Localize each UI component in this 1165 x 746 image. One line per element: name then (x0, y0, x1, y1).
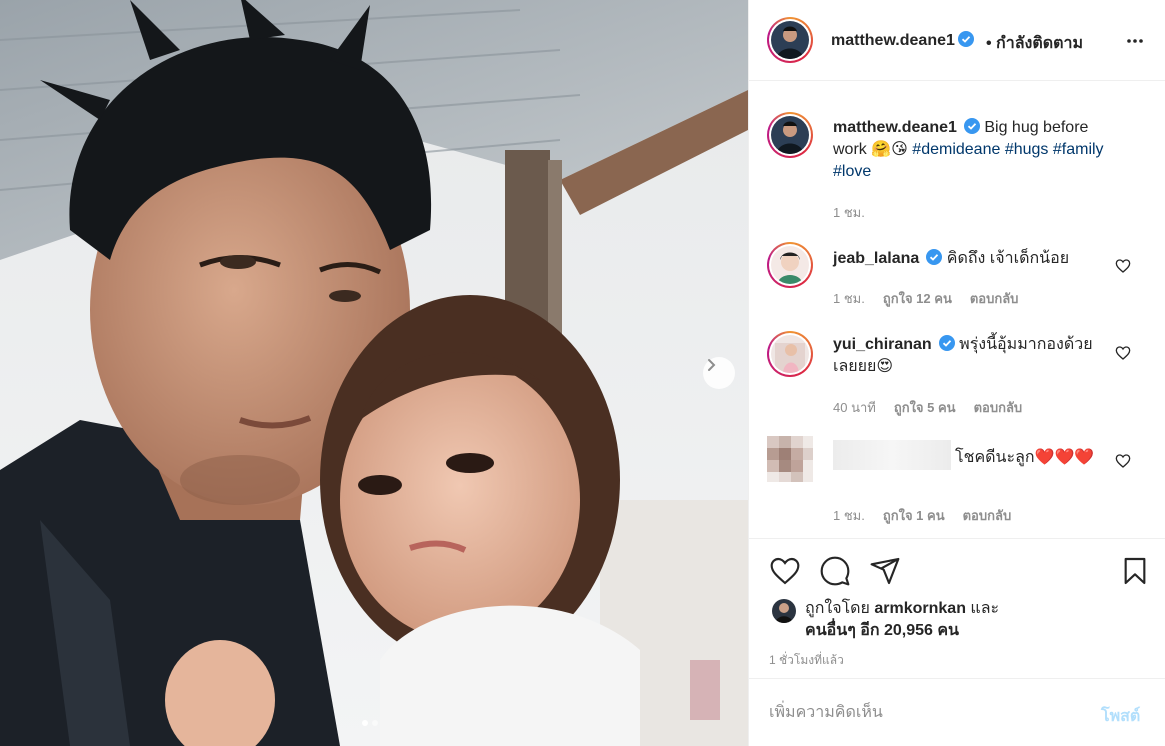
reply-button[interactable]: ตอบกลับ (970, 288, 1019, 309)
post-timestamp[interactable]: 1 ชั่วโมงที่แล้ว (769, 651, 844, 670)
comment-input[interactable] (769, 699, 1079, 727)
comment-avatar-ring[interactable] (767, 242, 813, 288)
comment-time[interactable]: 1 ชม. (833, 505, 865, 526)
liker-avatar[interactable] (772, 599, 796, 623)
comment-meta: 40 นาที ถูกใจ 5 คน ตอบกลับ (833, 397, 1022, 418)
comment-time[interactable]: 40 นาที (833, 397, 876, 418)
like-comment-heart-icon[interactable] (1115, 453, 1131, 469)
verified-badge-icon (957, 31, 974, 47)
comment-meta: 1 ชม. ถูกใจ 12 คน ตอบกลับ (833, 288, 1018, 309)
comment-bubble-icon[interactable] (819, 555, 851, 587)
header-username[interactable]: matthew.deane1 (831, 31, 974, 50)
comment: yui_chiranan พรุ่งนี้อุ้มมากองด้วยเลยยย😍 (833, 334, 1108, 378)
reply-button[interactable]: ตอบกลับ (974, 397, 1023, 418)
avatar (771, 21, 809, 59)
avatar (771, 335, 809, 373)
following-status[interactable]: • กำลังติดตาม (986, 31, 1083, 56)
liked-by: ถูกใจโดย armkornkan และ คนอื่นๆ อีก 20,9… (805, 598, 999, 642)
reply-button[interactable]: ตอบกลับ (963, 505, 1012, 526)
caption-username[interactable]: matthew.deane1 (833, 119, 957, 136)
comment: โชคดีนะลูก❤️❤️❤️ (833, 440, 1108, 470)
caption-avatar-ring[interactable] (767, 112, 813, 158)
story-ring[interactable] (767, 17, 813, 63)
comment-avatar-ring[interactable] (767, 331, 813, 377)
post-actions: ถูกใจโดย armkornkan และ คนอื่นๆ อีก 20,9… (749, 538, 1165, 678)
liker-username[interactable]: armkornkan (874, 600, 966, 617)
like-heart-icon[interactable] (769, 555, 801, 587)
comment-username[interactable]: jeab_lalana (833, 250, 919, 267)
more-options-icon[interactable] (1126, 32, 1144, 50)
likes-count[interactable]: คนอื่นๆ อีก 20,956 คน (805, 622, 959, 639)
post-sidebar: matthew.deane1 • กำลังติดตาม matthew.dea… (748, 0, 1165, 746)
hashtag[interactable]: #love (833, 163, 871, 180)
carousel-next-button[interactable] (703, 357, 735, 389)
chevron-right-icon (708, 359, 716, 371)
comment-likes[interactable]: ถูกใจ 12 คน (883, 288, 952, 309)
photo-illustration (0, 0, 748, 746)
comment-meta: 1 ชม. ถูกใจ 1 คน ตอบกลับ (833, 505, 1011, 526)
comment-time[interactable]: 1 ชม. (833, 288, 865, 309)
verified-badge-icon (938, 335, 955, 351)
avatar (771, 116, 809, 154)
liked-by-and: และ (970, 600, 1000, 617)
like-comment-heart-icon[interactable] (1115, 258, 1131, 274)
verified-badge-icon (926, 249, 943, 265)
caption: matthew.deane1 Big hug before work 🤗😘 #d… (833, 117, 1108, 183)
carousel-dot (372, 720, 378, 726)
comments-list: matthew.deane1 Big hug before work 🤗😘 #d… (749, 82, 1165, 538)
comment-likes[interactable]: ถูกใจ 5 คน (894, 397, 956, 418)
comment-username[interactable]: yui_chiranan (833, 336, 932, 353)
blurred-username (833, 440, 951, 470)
comment-text: คิดถึง เจ้าเด็กน้อย (946, 250, 1070, 267)
caption-time[interactable]: 1 ชม. (833, 202, 865, 223)
comment-likes[interactable]: ถูกใจ 1 คน (883, 505, 945, 526)
hashtag[interactable]: #demideane (912, 141, 1000, 158)
comment: jeab_lalana คิดถึง เจ้าเด็กน้อย (833, 248, 1108, 270)
hashtag[interactable]: #hugs (1005, 141, 1049, 158)
blurred-avatar[interactable] (767, 436, 813, 482)
comment-text: โชคดีนะลูก❤️❤️❤️ (955, 449, 1095, 466)
post-photo[interactable] (0, 0, 748, 746)
post-comment-button[interactable]: โพสต์ (1101, 704, 1140, 729)
like-comment-heart-icon[interactable] (1115, 345, 1131, 361)
share-send-icon[interactable] (869, 555, 901, 587)
caption-emoji: 🤗😘 (871, 141, 908, 158)
carousel-dot (362, 720, 368, 726)
hashtag[interactable]: #family (1053, 141, 1104, 158)
avatar (771, 246, 809, 284)
verified-badge-icon (963, 118, 980, 134)
caption-meta: 1 ชม. (833, 202, 865, 223)
add-comment-bar: โพสต์ (749, 678, 1165, 746)
post-header: matthew.deane1 • กำลังติดตาม (749, 0, 1165, 81)
save-bookmark-icon[interactable] (1119, 555, 1151, 587)
carousel-indicator (362, 720, 378, 726)
liked-by-prefix: ถูกใจโดย (805, 600, 870, 617)
